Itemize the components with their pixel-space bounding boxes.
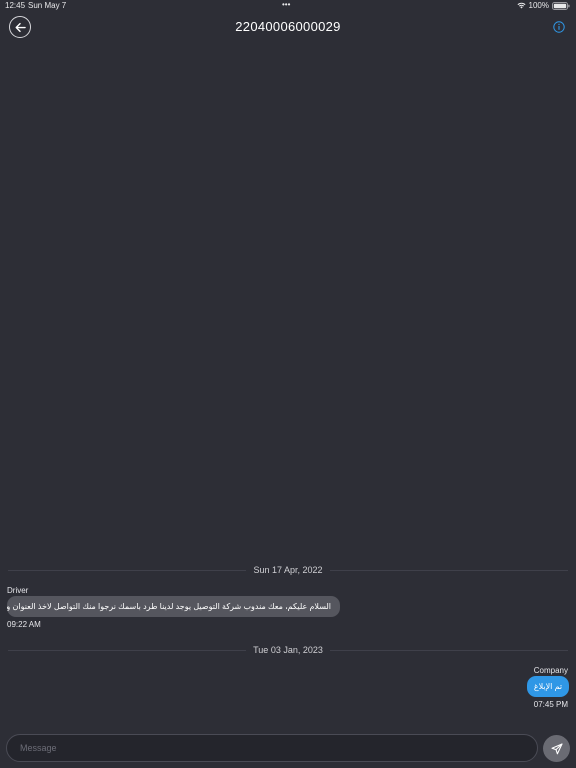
divider-line [329,649,569,651]
message-input[interactable] [20,743,537,753]
outgoing-message-bubble[interactable]: تم الإبلاغ [527,676,569,697]
message-text: السلام عليكم، معك مندوب شركة التوصيل يوج… [7,602,331,611]
divider-line [8,649,247,651]
status-time: 12:45 [5,1,26,10]
wifi-icon [517,2,526,9]
page-title: 22040006000029 [235,19,341,34]
message-text: تم الإبلاغ [533,682,563,691]
message-time: 07:45 PM [533,700,568,709]
info-button[interactable] [553,21,565,33]
battery-percentage: 100% [528,1,549,10]
date-separator-label: Sun 17 Apr, 2022 [253,565,323,575]
divider-line [8,569,247,571]
send-button[interactable] [543,735,570,762]
divider-line [329,569,568,571]
battery-icon [552,1,570,10]
message-composer [6,734,538,762]
incoming-message-bubble[interactable]: السلام عليكم، معك مندوب شركة التوصيل يوج… [7,596,340,617]
date-separator: Tue 03 Jan, 2023 [8,644,569,656]
status-bar: 12:45 Sun May 7 ••• 100% [0,0,576,12]
date-separator: Sun 17 Apr, 2022 [8,564,568,576]
multitasking-dots-icon[interactable]: ••• [282,0,290,9]
info-circle-icon [553,21,565,33]
date-separator-label: Tue 03 Jan, 2023 [253,645,323,655]
message-sender: Company [533,666,568,675]
nav-bar: 22040006000029 [0,14,576,42]
send-icon [550,742,563,754]
message-sender: Driver [7,586,29,595]
status-date: Sun May 7 [28,1,67,10]
status-indicators: 100% [517,1,570,10]
message-time: 09:22 AM [7,620,41,629]
